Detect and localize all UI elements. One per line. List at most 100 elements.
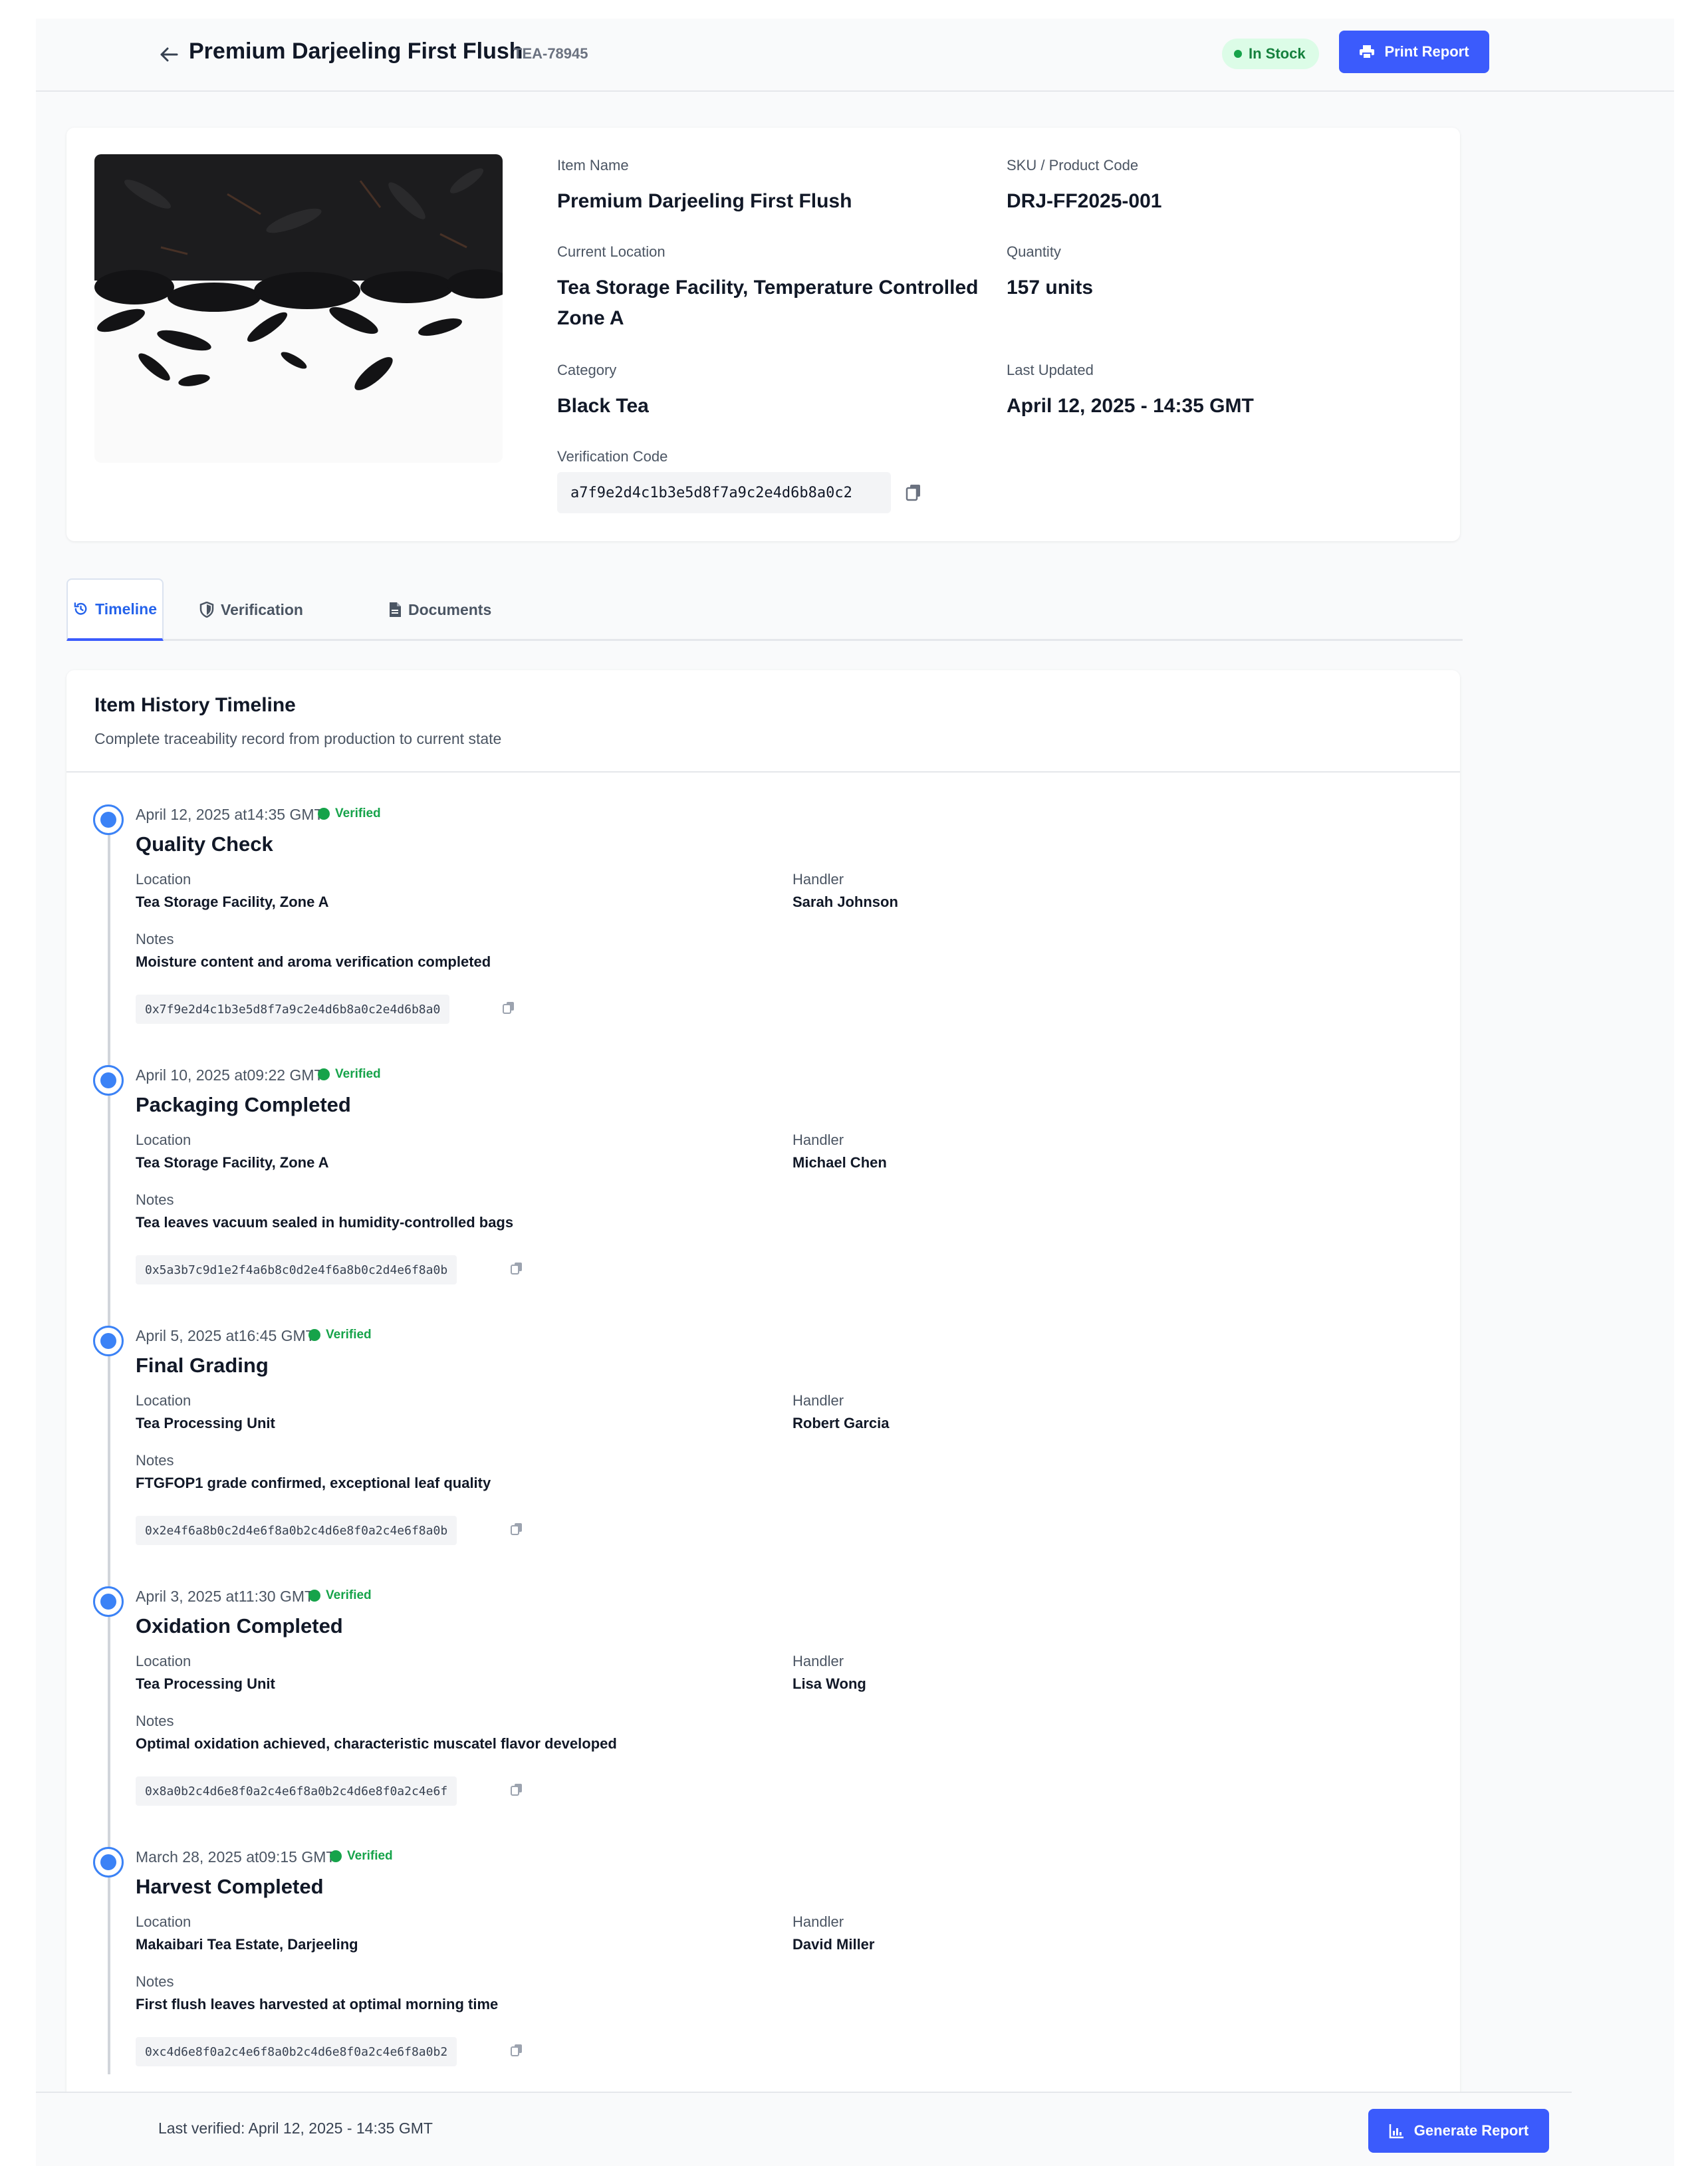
notes-label: Notes (136, 1713, 174, 1729)
timeline-header: Item History Timeline Complete traceabil… (66, 670, 1460, 773)
event-notes: First flush leaves harvested at optimal … (136, 1996, 499, 2012)
print-report-button[interactable]: Print Report (1339, 31, 1489, 73)
handler-label: Handler (792, 1653, 844, 1669)
location-label: Location (136, 1132, 191, 1148)
category-label: Category (557, 362, 617, 378)
copy-hash-icon[interactable] (511, 1262, 523, 1278)
event-hash: 0xc4d6e8f0a2c4e6f8a0b2c4d6e8f0a2c4e6f8a0… (136, 2037, 457, 2066)
event-handler: Michael Chen (792, 1154, 887, 1171)
current-location-field: Current Location Tea Storage Facility, T… (557, 243, 983, 334)
chart-icon (1389, 2124, 1403, 2139)
last-updated-value: April 12, 2025 - 14:35 GMT (1007, 395, 1254, 417)
quantity-value: 157 units (1007, 277, 1094, 299)
verified-badge: Verified (318, 806, 381, 821)
event-location: Makaibari Tea Estate, Darjeeling (136, 1936, 358, 1953)
sku-label: SKU / Product Code (1007, 157, 1139, 174)
item-id: TEA-78945 (513, 45, 588, 62)
timeline-dot-icon (93, 1326, 124, 1356)
event-title: Quality Check (136, 832, 273, 856)
tab-bar: Timeline Verification Documents (66, 578, 1463, 641)
event-date: April 12, 2025 at14:35 GMT (136, 806, 324, 823)
verified-label: Verified (335, 1067, 381, 1081)
timeline-card: Item History Timeline Complete traceabil… (66, 670, 1460, 2166)
back-arrow-icon[interactable] (156, 41, 182, 68)
verified-label: Verified (335, 806, 381, 820)
copy-icon[interactable] (906, 484, 921, 501)
tab-timeline[interactable]: Timeline (66, 578, 164, 641)
verified-label: Verified (326, 1328, 372, 1342)
event-notes: FTGFOP1 grade confirmed, exceptional lea… (136, 1475, 491, 1491)
status-label: In Stock (1249, 45, 1306, 62)
event-notes: Tea leaves vacuum sealed in humidity-con… (136, 1214, 514, 1231)
event-location: Tea Processing Unit (136, 1415, 275, 1431)
event-date: April 5, 2025 at16:45 GMT (136, 1327, 315, 1344)
verified-badge: Verified (308, 1328, 372, 1342)
verified-badge: Verified (308, 1588, 372, 1603)
print-report-label: Print Report (1384, 43, 1469, 60)
event-notes: Moisture content and aroma verification … (136, 953, 491, 970)
location-label: Location (136, 1392, 191, 1409)
timeline-dot-icon (93, 1586, 124, 1617)
event-handler: Robert Garcia (792, 1415, 890, 1431)
verified-dot-icon (330, 1850, 342, 1862)
timeline-event: April 10, 2025 at09:22 GMT Verified Packag… (66, 1058, 1460, 1319)
last-verified-text: Last verified: April 12, 2025 - 14:35 GM… (158, 2120, 433, 2137)
sku-value: DRJ-FF2025-001 (1007, 190, 1162, 212)
app-window: Premium Darjeeling First Flush TEA-78945… (36, 19, 1674, 2166)
item-details-card: Item Name Premium Darjeeling First Flush… (66, 128, 1460, 541)
page-title: Premium Darjeeling First Flush (189, 39, 523, 64)
timeline-dot-icon (93, 1847, 124, 1878)
timeline-event: April 5, 2025 at16:45 GMT Verified Final G… (66, 1319, 1460, 1580)
status-dot-icon (1234, 50, 1242, 58)
quantity-field: Quantity 157 units (1007, 243, 1093, 303)
timeline-subtitle: Complete traceability record from produc… (94, 730, 502, 747)
event-hash: 0x7f9e2d4c1b3e5d8f7a9c2e4d6b8a0c2e4d6b8a… (136, 995, 450, 1024)
verification-code-label: Verification Code (557, 448, 668, 465)
shield-icon (199, 602, 214, 618)
handler-label: Handler (792, 871, 844, 888)
category-field: Category Black Tea (557, 362, 649, 422)
event-title: Oxidation Completed (136, 1614, 343, 1638)
event-title: Harvest Completed (136, 1875, 324, 1898)
event-hash: 0x8a0b2c4d6e8f0a2c4e6f8a0b2c4d6e8f0a2c4e… (136, 1776, 457, 1806)
verified-badge: Verified (318, 1067, 381, 1082)
verified-label: Verified (326, 1588, 372, 1602)
verified-dot-icon (308, 1590, 320, 1602)
event-location: Tea Storage Facility, Zone A (136, 1154, 329, 1171)
event-date: April 3, 2025 at11:30 GMT (136, 1588, 314, 1605)
timeline-title: Item History Timeline (94, 694, 296, 716)
generate-report-button[interactable]: Generate Report (1368, 2109, 1549, 2153)
copy-hash-icon[interactable] (503, 1001, 515, 1018)
location-label: Location (136, 1913, 191, 1930)
product-image (94, 154, 503, 463)
category-value: Black Tea (557, 395, 649, 417)
notes-label: Notes (136, 1191, 174, 1208)
event-location: Tea Storage Facility, Zone A (136, 894, 329, 910)
verified-label: Verified (347, 1849, 393, 1863)
timeline-event: March 28, 2025 at09:15 GMT Verified Harves… (66, 1840, 1460, 2101)
event-hash: 0x5a3b7c9d1e2f4a6b8c0d2e4f6a8b0c2d4e6f8a… (136, 1255, 457, 1284)
tab-timeline-label: Timeline (95, 600, 157, 618)
event-date: March 28, 2025 at09:15 GMT (136, 1848, 336, 1866)
history-icon (74, 602, 87, 615)
tab-documents-label: Documents (408, 600, 492, 618)
tab-verification[interactable]: Verification (199, 578, 303, 641)
verified-badge: Verified (330, 1849, 393, 1864)
location-label: Location (136, 871, 191, 888)
location-label: Location (136, 1653, 191, 1669)
timeline-event: April 12, 2025 at14:35 GMT Verified Qualit… (66, 798, 1460, 1058)
timeline-dot-icon (93, 804, 124, 835)
handler-label: Handler (792, 1913, 844, 1930)
copy-hash-icon[interactable] (511, 2044, 523, 2060)
current-location-value: Tea Storage Facility, Temperature Contro… (557, 277, 979, 329)
tab-documents[interactable]: Documents (388, 578, 491, 641)
copy-hash-icon[interactable] (511, 1783, 523, 1800)
handler-label: Handler (792, 1392, 844, 1409)
event-handler: Sarah Johnson (792, 894, 898, 910)
verification-code-value: a7f9e2d4c1b3e5d8f7a9c2e4d6b8a0c2 (557, 472, 891, 513)
last-updated-field: Last Updated April 12, 2025 - 14:35 GMT (1007, 362, 1254, 422)
quantity-label: Quantity (1007, 243, 1061, 260)
verified-dot-icon (308, 1329, 320, 1341)
copy-hash-icon[interactable] (511, 1522, 523, 1539)
notes-label: Notes (136, 1452, 174, 1469)
